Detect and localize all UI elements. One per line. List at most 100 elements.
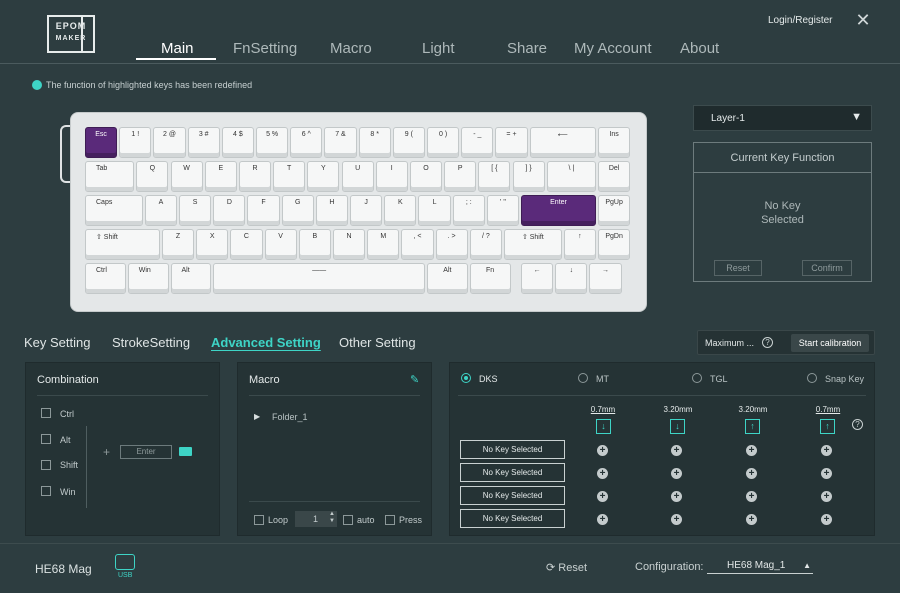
key-confirm-button[interactable]: Confirm [802, 260, 852, 276]
expand-arrow-icon[interactable]: ▶ [254, 412, 260, 421]
key-[interactable]: , < [401, 229, 434, 260]
dks-add-r1-c3-icon[interactable]: + [746, 445, 757, 456]
key-[interactable]: ↓ [555, 263, 588, 294]
help-icon[interactable]: ? [762, 337, 773, 348]
key-y[interactable]: Y [307, 161, 340, 192]
key-t[interactable]: T [273, 161, 306, 192]
key-5[interactable]: 5 % [256, 127, 289, 158]
dks-add-r4-c2-icon[interactable]: + [671, 514, 682, 525]
key-ctrl[interactable]: Ctrl [85, 263, 126, 294]
key-2[interactable]: 2 @ [153, 127, 186, 158]
key-enter[interactable]: Enter [521, 195, 596, 226]
key-[interactable]: ⟵ [529, 127, 596, 158]
key-c[interactable]: C [230, 229, 263, 260]
key-pgup[interactable]: PgUp [598, 195, 631, 226]
start-calibration-button[interactable]: Start calibration [791, 334, 869, 352]
key-n[interactable]: N [332, 229, 366, 260]
key-v[interactable]: V [264, 229, 297, 260]
nav-my-account[interactable]: My Account [574, 40, 652, 57]
dks-slot-1-button[interactable]: No Key Selected [460, 440, 565, 459]
bottom-out-icon[interactable]: ↓ [670, 419, 685, 434]
nav-main[interactable]: Main [161, 40, 194, 57]
shift-checkbox[interactable] [41, 460, 51, 470]
key-3[interactable]: 3 # [187, 127, 220, 158]
nav-about[interactable]: About [680, 40, 719, 57]
dks-add-r1-c2-icon[interactable]: + [671, 445, 682, 456]
auto-checkbox[interactable] [343, 515, 353, 525]
snap-key-radio[interactable] [807, 373, 817, 383]
dks-slot-3-button[interactable]: No Key Selected [460, 486, 565, 505]
key-esc[interactable]: Esc [85, 127, 118, 158]
mt-radio[interactable] [578, 373, 588, 383]
key-i[interactable]: I [375, 161, 408, 192]
key-reset-button[interactable]: Reset [714, 260, 762, 276]
key-h[interactable]: H [315, 195, 349, 226]
nav-macro[interactable]: Macro [330, 40, 372, 57]
dks-slot-2-button[interactable]: No Key Selected [460, 463, 565, 482]
key-7[interactable]: 7 & [324, 127, 357, 158]
close-icon[interactable]: ✕ [854, 11, 872, 29]
dks-add-r2-c2-icon[interactable]: + [671, 468, 682, 479]
combination-key-input[interactable]: Enter [120, 445, 172, 459]
key-f[interactable]: F [247, 195, 280, 226]
key-alt[interactable]: Alt [170, 263, 212, 294]
key-j[interactable]: J [350, 195, 383, 226]
key-o[interactable]: O [409, 161, 443, 192]
dks-add-r3-c2-icon[interactable]: + [671, 491, 682, 502]
dks-add-r2-c1-icon[interactable]: + [597, 468, 608, 479]
edit-pencil-icon[interactable]: ✎ [410, 373, 419, 386]
key-9[interactable]: 9 ( [392, 127, 425, 158]
win-checkbox[interactable] [41, 486, 51, 496]
layer-select[interactable]: Layer-1 ▼ [693, 105, 872, 131]
key-[interactable]: \ | [546, 161, 596, 192]
key-m[interactable]: M [367, 229, 400, 260]
nav-fnsetting[interactable]: FnSetting [233, 40, 297, 57]
tab-key-setting[interactable]: Key Setting [24, 335, 91, 350]
key-[interactable]: ' " [486, 195, 520, 226]
key-[interactable]: → [589, 263, 622, 294]
alt-checkbox[interactable] [41, 434, 51, 444]
key-[interactable]: ; : [452, 195, 485, 226]
key-s[interactable]: S [179, 195, 212, 226]
key-fn[interactable]: Fn [469, 263, 511, 294]
key-[interactable]: ↑ [563, 229, 596, 260]
macro-folder[interactable]: Folder_1 [272, 412, 308, 422]
tgl-radio[interactable] [692, 373, 702, 383]
key-[interactable]: ← [521, 263, 554, 294]
key-[interactable]: [ { [478, 161, 511, 192]
key-d[interactable]: D [213, 195, 246, 226]
key-p[interactable]: P [444, 161, 477, 192]
key-[interactable]: / ? [469, 229, 502, 260]
key-shift[interactable]: ⇧ Shift [503, 229, 562, 260]
key-6[interactable]: 6 ^ [290, 127, 323, 158]
key-k[interactable]: K [384, 195, 417, 226]
key-4[interactable]: 4 $ [221, 127, 254, 158]
nav-light[interactable]: Light [422, 40, 455, 57]
key-z[interactable]: Z [161, 229, 195, 260]
loop-checkbox[interactable] [254, 515, 264, 525]
key-[interactable]: - _ [461, 127, 494, 158]
dks-add-r3-c4-icon[interactable]: + [821, 491, 832, 502]
key-1[interactable]: 1 ! [119, 127, 152, 158]
dks-slot-4-button[interactable]: No Key Selected [460, 509, 565, 528]
key-alt[interactable]: Alt [427, 263, 468, 294]
loop-count-stepper[interactable]: 1 ▲ ▼ [295, 511, 337, 527]
dks-add-r1-c1-icon[interactable]: + [597, 445, 608, 456]
dks-add-r3-c3-icon[interactable]: + [746, 491, 757, 502]
key-del[interactable]: Del [598, 161, 631, 192]
key-[interactable]: —— [213, 263, 425, 294]
key-win[interactable]: Win [127, 263, 169, 294]
key-caps[interactable]: Caps [85, 195, 143, 226]
nav-share[interactable]: Share [507, 40, 547, 57]
key-r[interactable]: R [238, 161, 272, 192]
keyboard-icon[interactable] [179, 447, 192, 456]
key-a[interactable]: A [144, 195, 178, 226]
key-0[interactable]: 0 ) [427, 127, 460, 158]
dks-add-r4-c1-icon[interactable]: + [597, 514, 608, 525]
key-pgdn[interactable]: PgDn [598, 229, 631, 260]
key-g[interactable]: G [281, 195, 314, 226]
dks-add-r2-c3-icon[interactable]: + [746, 468, 757, 479]
tab-stroke-setting[interactable]: StrokeSetting [112, 335, 190, 350]
dks-add-r3-c1-icon[interactable]: + [597, 491, 608, 502]
key-w[interactable]: W [170, 161, 203, 192]
